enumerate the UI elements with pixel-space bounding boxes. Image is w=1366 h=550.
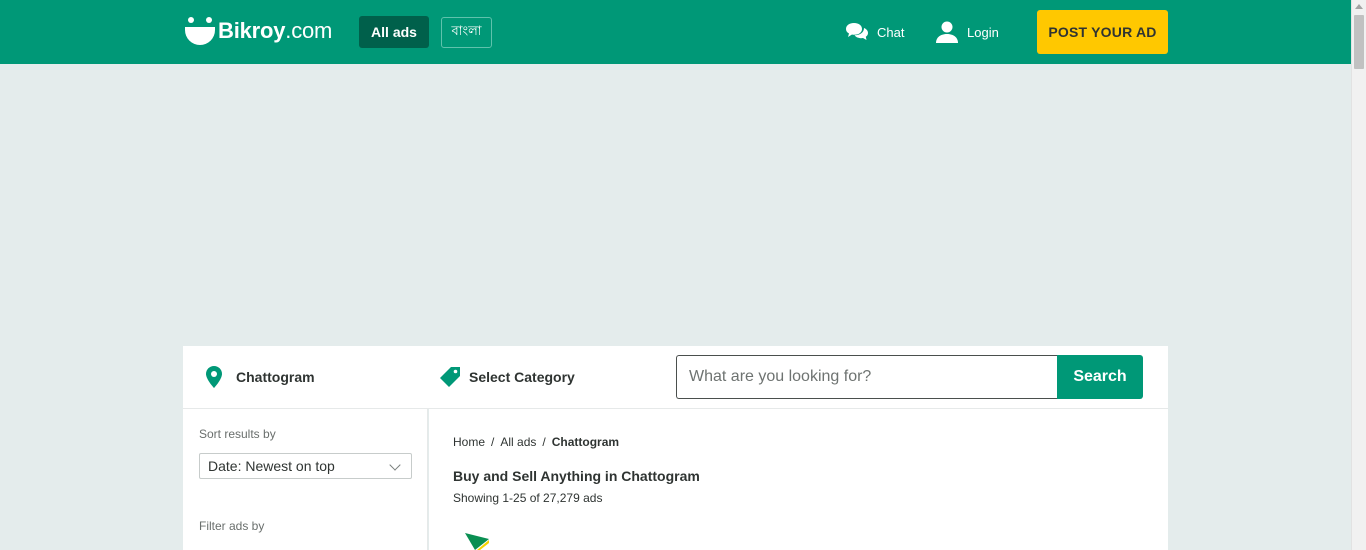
- breadcrumb: Home / All ads / Chattogram: [453, 435, 619, 449]
- breadcrumb-separator: /: [491, 435, 495, 449]
- login-label: Login: [967, 24, 999, 40]
- breadcrumb-current: Chattogram: [551, 435, 620, 449]
- login-link[interactable]: Login: [935, 20, 999, 44]
- search-bar: Chattogram Select Category Search: [183, 346, 1168, 409]
- user-icon: [936, 21, 958, 43]
- map-pin-icon: [206, 366, 222, 388]
- sort-label: Sort results by: [199, 427, 276, 441]
- scroll-up-arrow-icon[interactable]: [1355, 4, 1363, 9]
- location-label: Chattogram: [236, 369, 315, 385]
- sort-value: Date: Newest on top: [208, 458, 335, 474]
- logo-tld: .com: [285, 18, 333, 43]
- all-ads-button[interactable]: All ads: [359, 16, 429, 48]
- post-your-ad-button[interactable]: POST YOUR AD: [1037, 10, 1168, 54]
- search-input[interactable]: [676, 355, 1058, 399]
- bikroy-smile-icon: [185, 17, 215, 45]
- scrollbar-thumb[interactable]: [1354, 15, 1364, 69]
- location-selector[interactable]: Chattogram: [206, 366, 315, 388]
- category-selector[interactable]: Select Category: [440, 366, 575, 388]
- breadcrumb-home[interactable]: Home: [453, 435, 485, 449]
- results-panel: Home / All ads / Chattogram Buy and Sell…: [429, 409, 1168, 550]
- breadcrumb-all-ads[interactable]: All ads: [500, 435, 536, 449]
- logo-name: Bikroy: [218, 18, 286, 43]
- chevron-down-icon: [389, 459, 401, 471]
- page-title: Buy and Sell Anything in Chattogram: [453, 468, 700, 484]
- logo-text: Bikroy.com: [218, 18, 332, 44]
- page-scrollbar[interactable]: [1351, 0, 1366, 550]
- bikroy-logo[interactable]: Bikroy.com: [184, 16, 332, 46]
- top-navbar: Bikroy.com All ads বাংলা Chat Login POST…: [0, 0, 1351, 64]
- ad-thumbnail-image[interactable]: [463, 533, 489, 550]
- category-label: Select Category: [469, 369, 575, 385]
- filter-sidebar: Sort results by Date: Newest on top Filt…: [183, 409, 428, 550]
- language-toggle-button[interactable]: বাংলা: [441, 17, 492, 48]
- chat-link[interactable]: Chat: [845, 20, 904, 44]
- tag-icon: [440, 367, 460, 387]
- breadcrumb-separator: /: [542, 435, 546, 449]
- search-button[interactable]: Search: [1057, 355, 1143, 399]
- chat-label: Chat: [877, 24, 905, 40]
- filter-label: Filter ads by: [199, 519, 265, 533]
- chat-bubbles-icon: [846, 23, 868, 40]
- sort-dropdown[interactable]: Date: Newest on top: [199, 453, 412, 479]
- result-count: Showing 1-25 of 27,279 ads: [453, 491, 603, 505]
